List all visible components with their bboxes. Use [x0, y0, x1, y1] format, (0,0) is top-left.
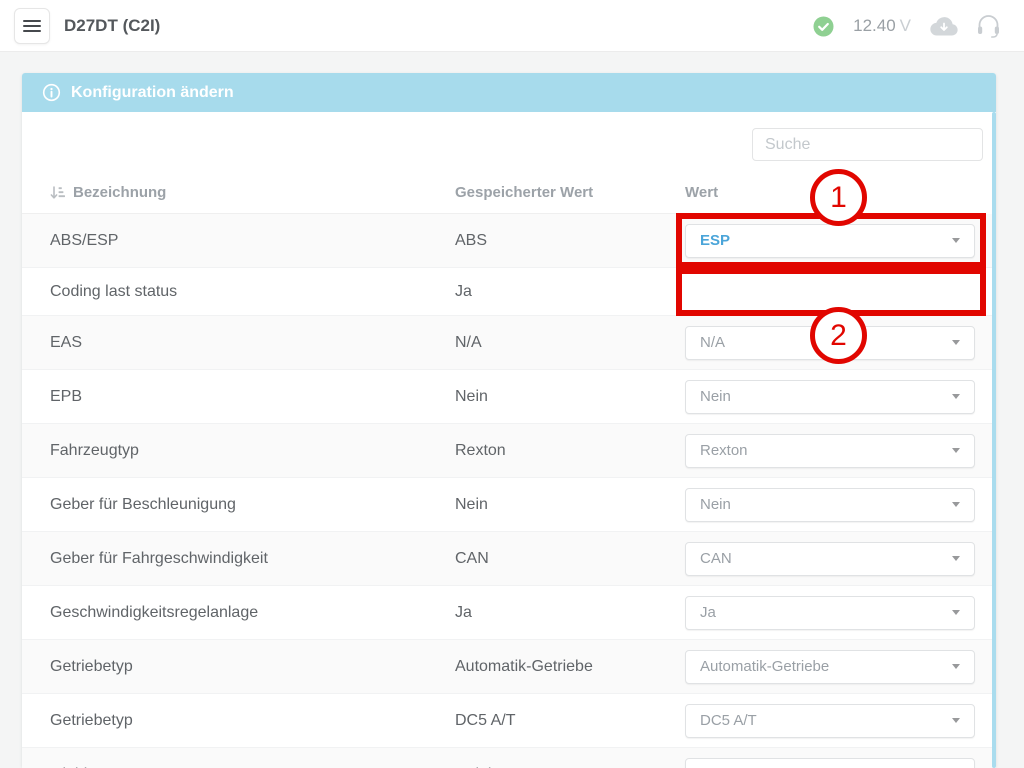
cell-gespeicherter-wert: ABS [455, 232, 685, 250]
cell-bezeichnung: EAS [50, 334, 455, 352]
search-input[interactable] [752, 128, 983, 161]
chevron-down-icon [952, 340, 960, 345]
wert-dropdown[interactable]: Automatik-Getriebe [685, 650, 975, 684]
table-body: ABS/ESP ABS ESP Coding last status Ja EA… [22, 214, 996, 768]
info-circle-icon [42, 83, 61, 102]
cell-wert: Ja [685, 596, 975, 630]
table-row: Geber für Beschleunigung Nein Nein [22, 478, 996, 532]
cloud-download-icon[interactable] [930, 16, 958, 36]
wert-dropdown-value: ESP [700, 232, 730, 249]
cell-bezeichnung: Fahrzeugtyp [50, 442, 455, 460]
table-row: EPB Nein Nein [22, 370, 996, 424]
wert-dropdown-value: Ja [700, 604, 716, 621]
cell-bezeichnung: Getriebetyp [50, 712, 455, 730]
wert-dropdown-value: Rexton [700, 442, 748, 459]
wert-dropdown[interactable]: CAN [685, 542, 975, 576]
table-row: Fahrzeugtyp Rexton Rexton [22, 424, 996, 478]
cell-gespeicherter-wert: Ja [455, 604, 685, 622]
column-label: Gespeicherter Wert [455, 184, 593, 201]
table-row: Getriebetyp Automatik-Getriebe Automatik… [22, 640, 996, 694]
wert-dropdown[interactable]: Nein [685, 380, 975, 414]
panel-header: Konfiguration ändern [22, 73, 996, 112]
chevron-down-icon [952, 664, 960, 669]
wert-dropdown-value: N/A [700, 334, 725, 351]
page-title: D27DT (C2I) [64, 0, 160, 52]
column-label: Bezeichnung [73, 184, 166, 201]
table-row: Geber für Fahrgeschwindigkeit CAN CAN [22, 532, 996, 586]
wert-dropdown-value: Nein [700, 388, 731, 405]
panel-title: Konfiguration ändern [71, 84, 234, 102]
cell-bezeichnung: Geber für Fahrgeschwindigkeit [50, 550, 455, 568]
menu-button[interactable] [14, 8, 50, 44]
wert-dropdown[interactable]: Nein [685, 488, 975, 522]
cell-bezeichnung: Geschwindigkeitsregelanlage [50, 604, 455, 622]
wert-dropdown[interactable]: Ja [685, 596, 975, 630]
column-wert: Wert [685, 184, 986, 201]
cell-bezeichnung: Getriebetyp [50, 658, 455, 676]
column-label: Wert [685, 184, 718, 201]
cell-bezeichnung: EPB [50, 388, 455, 406]
wert-dropdown[interactable]: Rexton [685, 434, 975, 468]
cell-bezeichnung: Coding last status [50, 283, 455, 301]
battery-voltage: 12.40V [853, 16, 911, 36]
chevron-down-icon [952, 238, 960, 243]
column-bezeichnung[interactable]: Bezeichnung [50, 184, 455, 201]
cell-bezeichnung: Geber für Beschleunigung [50, 496, 455, 514]
cell-gespeicherter-wert: CAN [455, 550, 685, 568]
cell-gespeicherter-wert: Nein [455, 496, 685, 514]
wert-dropdown[interactable]: DC5 A/T [685, 704, 975, 738]
cell-wert: Relais [685, 758, 975, 768]
cell-wert: Nein [685, 380, 975, 414]
cell-wert: N/A [685, 326, 975, 360]
cell-wert: Automatik-Getriebe [685, 650, 975, 684]
wert-dropdown[interactable]: N/A [685, 326, 975, 360]
sort-icon [50, 186, 65, 200]
headset-icon[interactable] [977, 14, 1000, 38]
chevron-down-icon [952, 448, 960, 453]
cell-wert: DC5 A/T [685, 704, 975, 738]
chevron-down-icon [952, 502, 960, 507]
status-ok-icon [813, 16, 834, 37]
table-row: EAS N/A N/A [22, 316, 996, 370]
cell-gespeicherter-wert: Automatik-Getriebe [455, 658, 685, 676]
cell-wert: ESP [685, 224, 975, 258]
panel-scrollbar[interactable] [992, 112, 996, 768]
chevron-down-icon [952, 394, 960, 399]
wert-dropdown-value: DC5 A/T [700, 712, 757, 729]
cell-wert: Nein [685, 488, 975, 522]
cell-wert: Rexton [685, 434, 975, 468]
cell-bezeichnung: ABS/ESP [50, 232, 455, 250]
table-header: Bezeichnung Gespeicherter Wert Wert [22, 172, 986, 214]
table-row: Glühkerze Relais Relais [22, 748, 996, 768]
hamburger-icon [23, 19, 41, 33]
wert-dropdown-value: Nein [700, 496, 731, 513]
wert-dropdown-value: CAN [700, 550, 732, 567]
table-row: ABS/ESP ABS ESP [22, 214, 996, 268]
chevron-down-icon [952, 610, 960, 615]
cell-gespeicherter-wert: Nein [455, 388, 685, 406]
wert-dropdown-value: Automatik-Getriebe [700, 658, 829, 675]
wert-dropdown[interactable]: ESP [685, 224, 975, 258]
topbar: D27DT (C2I) 12.40V [0, 0, 1024, 52]
cell-wert: CAN [685, 542, 975, 576]
chevron-down-icon [952, 718, 960, 723]
cell-gespeicherter-wert: Ja [455, 283, 685, 301]
cell-gespeicherter-wert: DC5 A/T [455, 712, 685, 730]
cell-gespeicherter-wert: Rexton [455, 442, 685, 460]
chevron-down-icon [952, 556, 960, 561]
column-gespeicherter-wert: Gespeicherter Wert [455, 184, 685, 201]
table-row: Getriebetyp DC5 A/T DC5 A/T [22, 694, 996, 748]
configuration-panel: Konfiguration ändern Bezeichnung Gespeic… [22, 73, 996, 768]
table-row: Coding last status Ja [22, 268, 996, 316]
wert-dropdown[interactable]: Relais [685, 758, 975, 768]
table-row: Geschwindigkeitsregelanlage Ja Ja [22, 586, 996, 640]
cell-gespeicherter-wert: N/A [455, 334, 685, 352]
